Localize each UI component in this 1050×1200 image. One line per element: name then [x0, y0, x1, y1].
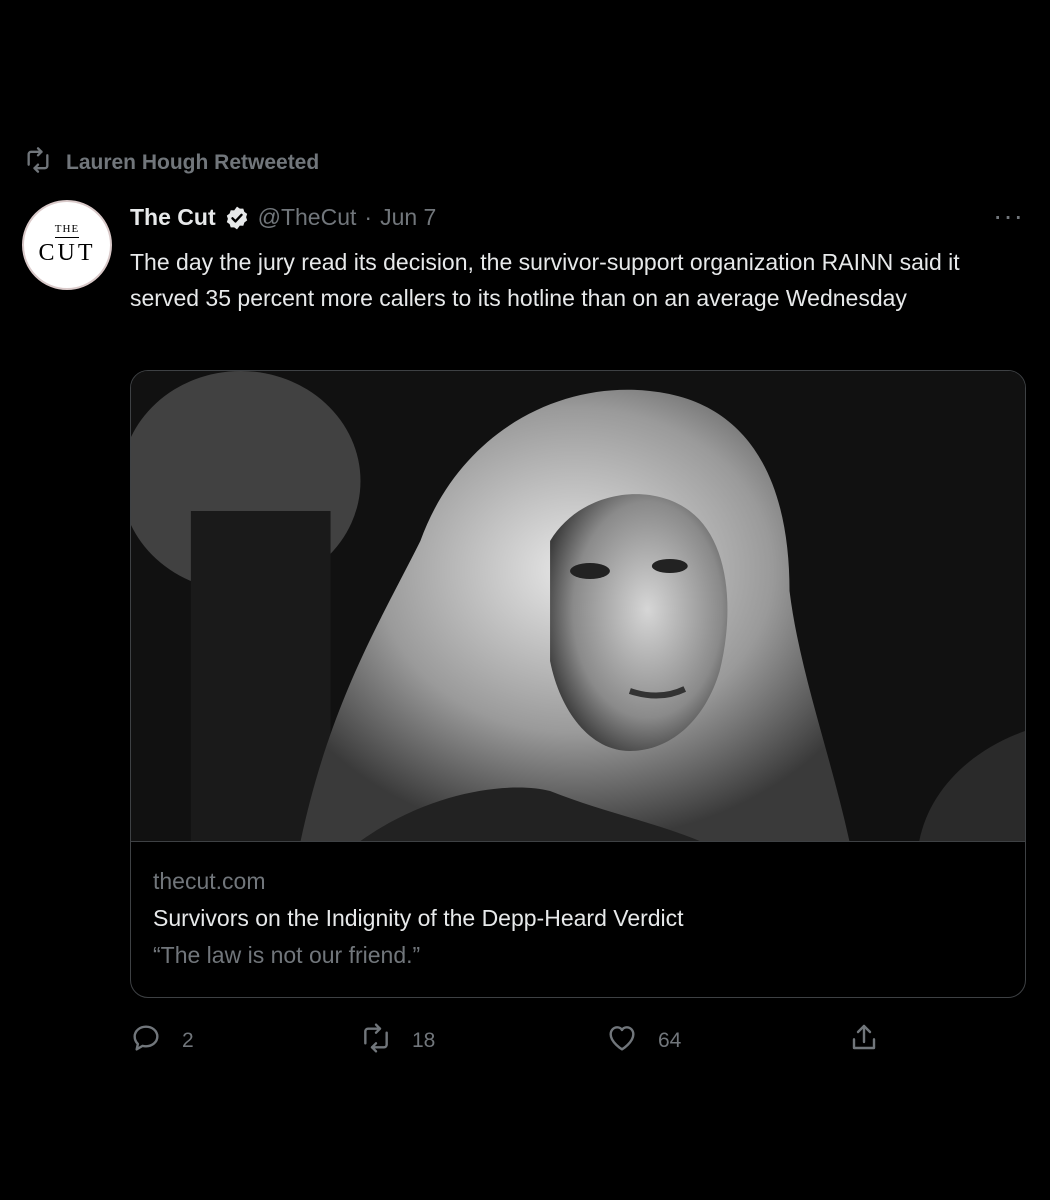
- share-icon: [848, 1022, 880, 1060]
- share-button[interactable]: [848, 1022, 880, 1060]
- retweet-icon: [24, 146, 52, 180]
- avatar-logo-the: THE: [54, 223, 80, 238]
- retweet-action-icon: [360, 1022, 392, 1060]
- retweet-label: Lauren Hough Retweeted: [66, 151, 320, 174]
- reply-button[interactable]: 2: [130, 1022, 194, 1060]
- tweet-header: The Cut @TheCut · Jun 7: [130, 204, 436, 231]
- avatar-logo-cut: CUT: [38, 240, 96, 266]
- card-domain: thecut.com: [153, 868, 266, 894]
- card-meta: thecut.com Survivors on the Indignity of…: [131, 842, 1025, 969]
- retweet-context[interactable]: Lauren Hough Retweeted: [24, 146, 319, 180]
- card-headline[interactable]: Survivors on the Indignity of the Depp-H…: [153, 905, 1003, 932]
- retweet-button[interactable]: 18: [360, 1022, 435, 1060]
- reply-icon: [130, 1022, 162, 1060]
- more-options-icon[interactable]: ···: [993, 202, 1024, 230]
- link-card[interactable]: thecut.com Survivors on the Indignity of…: [130, 370, 1026, 998]
- heart-icon: [606, 1022, 638, 1060]
- reply-count: 2: [182, 1029, 194, 1052]
- like-button[interactable]: 64: [606, 1022, 681, 1060]
- tweet-text: The day the jury read its decision, the …: [130, 249, 960, 311]
- avatar[interactable]: THE CUT: [22, 200, 112, 290]
- verified-badge-icon: [224, 205, 250, 231]
- author-name[interactable]: The Cut: [130, 204, 216, 231]
- author-handle[interactable]: @TheCut: [258, 204, 357, 231]
- card-description: “The law is not our friend.”: [153, 942, 421, 968]
- retweet-count: 18: [412, 1029, 436, 1052]
- card-image: [131, 371, 1025, 842]
- tweet-actions: 2 18 64: [130, 1022, 890, 1062]
- like-count: 64: [658, 1029, 682, 1052]
- tweet-date[interactable]: Jun 7: [380, 204, 436, 231]
- header-separator: ·: [364, 204, 373, 230]
